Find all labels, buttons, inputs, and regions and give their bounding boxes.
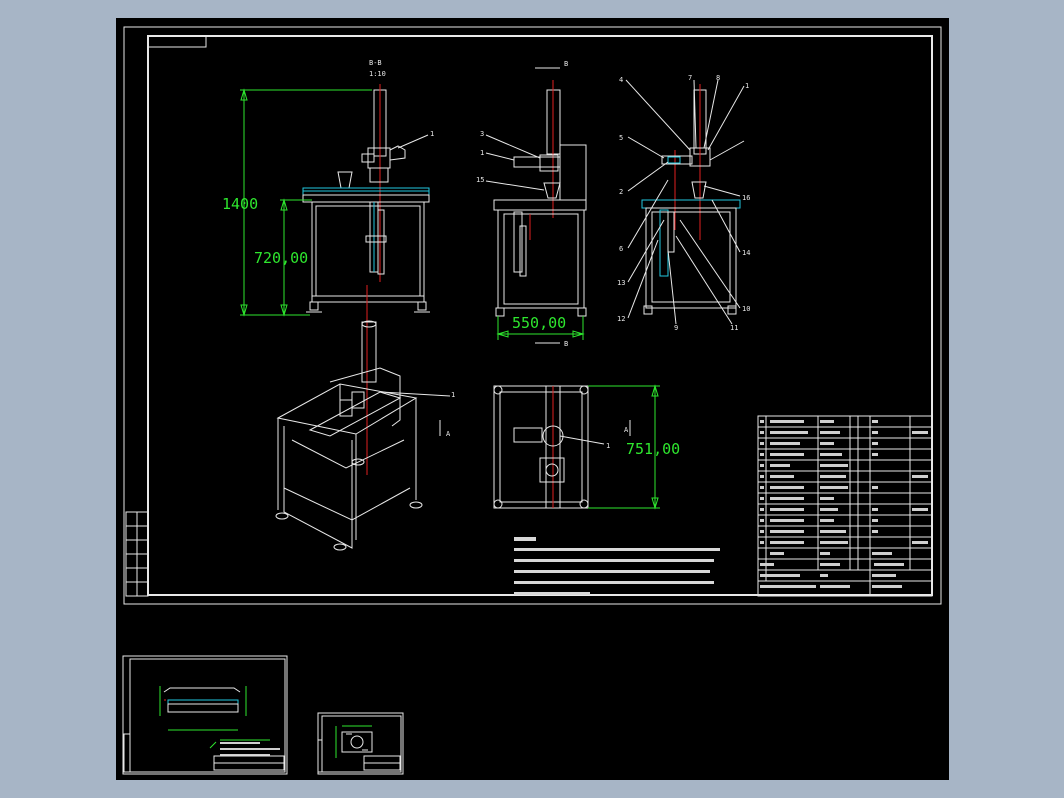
side-balloon-1: 1	[480, 149, 484, 157]
dim-height-total: 1400	[222, 195, 258, 213]
top-balloon-1: 1	[606, 442, 610, 450]
dim-height-table: 720,00	[254, 249, 308, 267]
right-balloon-13: 13	[617, 279, 625, 287]
right-balloon-16: 16	[742, 194, 750, 202]
iso-balloon-1: 1	[451, 391, 455, 399]
right-balloon-1: 1	[745, 82, 749, 90]
right-balloon-14: 14	[742, 249, 750, 257]
dim-depth: 751,00	[626, 440, 680, 458]
dim-width: 550,00	[512, 314, 566, 332]
right-balloon-4: 4	[619, 76, 623, 84]
right-balloon-10: 10	[742, 305, 750, 313]
right-balloon-9: 9	[674, 324, 678, 332]
side-section-mark-bottom: B	[564, 340, 568, 348]
right-balloon-5: 5	[619, 134, 623, 142]
cad-drawing-canvas: B-B 1:10 1400 720,00 1 B 550,00 B 3 1 15…	[116, 18, 949, 780]
right-balloon-11: 11	[730, 324, 738, 332]
side-balloon-3: 3	[480, 130, 484, 138]
side-section-mark-top: B	[564, 60, 568, 68]
section-scale: 1:10	[369, 70, 386, 78]
right-balloon-12: 12	[617, 315, 625, 323]
model-space[interactable]	[116, 18, 949, 780]
right-balloon-2: 2	[619, 188, 623, 196]
front-balloon-1: 1	[430, 130, 434, 138]
right-balloon-7: 7	[688, 74, 692, 82]
right-balloon-6: 6	[619, 245, 623, 253]
section-label: B-B	[369, 59, 382, 67]
right-balloon-8: 8	[716, 74, 720, 82]
side-balloon-15: 15	[476, 176, 484, 184]
